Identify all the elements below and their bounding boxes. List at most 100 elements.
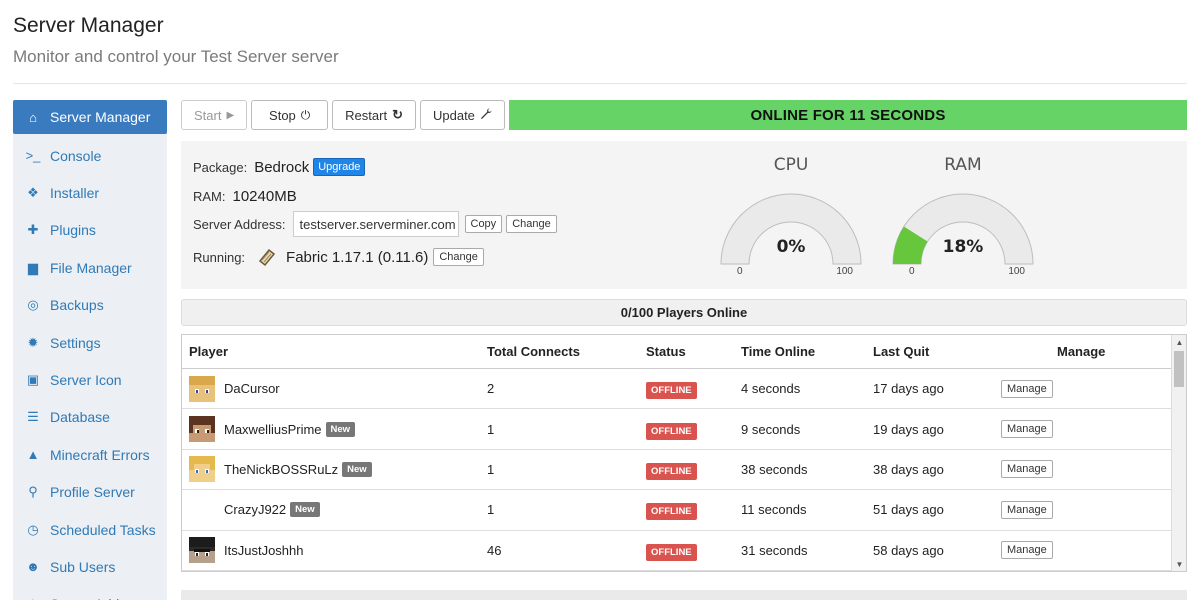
sidebar-item-label: Plugins — [50, 222, 96, 239]
sidebar-item-label: Backups — [50, 297, 104, 314]
ram-gauge: RAM 18% 0 100 — [891, 155, 1035, 277]
package-value: Bedrock — [254, 158, 310, 176]
time-online-cell: 31 seconds — [741, 542, 808, 558]
time-online-cell: 38 seconds — [741, 461, 808, 477]
scroll-down-arrow-icon[interactable]: ▼ — [1172, 557, 1186, 571]
play-icon: ▶ — [226, 109, 235, 121]
ram-gauge-min: 0 — [909, 266, 915, 277]
change-address-button[interactable]: Change — [506, 215, 557, 233]
total-connects-cell: 1 — [487, 421, 495, 437]
sidebar-item-plugins[interactable]: ✚ Plugins — [13, 212, 167, 249]
player-avatar — [189, 537, 215, 564]
time-online-cell: 4 seconds — [741, 381, 801, 397]
sidebar-item-server-addons[interactable]: ✦ Server Addons — [13, 586, 167, 600]
update-label: Update — [432, 107, 475, 123]
restart-button[interactable]: Restart ↻ — [332, 100, 416, 130]
sidebar-item-label: Settings — [50, 334, 101, 351]
sidebar-item-settings[interactable]: ✹ Settings — [13, 324, 167, 361]
ram-gauge-title: RAM — [944, 155, 982, 175]
time-online-cell: 9 seconds — [741, 421, 801, 437]
copy-address-button[interactable]: Copy — [464, 215, 503, 233]
player-name: MaxwelliusPrime — [224, 421, 322, 437]
player-cell: DaCursor — [182, 375, 480, 402]
sidebar-item-backups[interactable]: ◎ Backups — [13, 287, 167, 324]
total-connects-cell: 46 — [487, 542, 502, 558]
bottom-panel-edge — [181, 590, 1187, 600]
running-row: Running: Fabric 1.17.1 (0.11.6) Change — [193, 246, 484, 268]
player-name: ItsJustJoshhh — [224, 542, 304, 558]
sidebar-item-label: File Manager — [50, 259, 132, 276]
sidebar-item-label: Profile Server — [50, 484, 135, 501]
stop-button[interactable]: Stop ⏻ — [251, 100, 329, 130]
sidebar-item-installer[interactable]: ❖ Installer — [13, 174, 167, 211]
last-quit-cell: 58 days ago — [873, 542, 944, 558]
manage-player-button[interactable]: Manage — [1001, 379, 1053, 398]
player-cell: MaxwelliusPrime New — [182, 416, 480, 443]
player-name: DaCursor — [224, 381, 280, 397]
refresh-icon: ↻ — [392, 107, 403, 122]
last-quit-cell: 51 days ago — [873, 502, 944, 518]
sidebar-item-minecraft-errors[interactable]: ▲ Minecraft Errors — [13, 436, 167, 473]
database-icon: ☰ — [27, 409, 39, 425]
manage-player-button[interactable]: Manage — [1001, 541, 1053, 560]
puzzle-icon: ✚ — [27, 222, 39, 238]
status-badge: OFFLINE — [646, 543, 697, 561]
player-name: TheNickBOSSRuLz — [224, 461, 339, 477]
sidebar-item-profile-server[interactable]: ⚲ Profile Server — [13, 474, 167, 511]
manage-player-button[interactable]: Manage — [1001, 460, 1053, 479]
cpu-gauge: CPU 0% 0 100 — [719, 155, 863, 277]
lifebuoy-icon: ◎ — [27, 297, 39, 313]
users-icon: ☻ — [26, 559, 40, 575]
status-cell: OFFLINE — [640, 462, 735, 480]
table-body: DaCursor 2 OFFLINE 4 seconds 17 days ago Mana… — [182, 369, 1186, 571]
cubes-icon: ❖ — [27, 185, 39, 201]
sidebar-item-label: Installer — [50, 185, 100, 202]
manage-cell: Manage — [1001, 541, 1186, 560]
scroll-thumb[interactable] — [1174, 351, 1184, 387]
manage-cell: Manage — [1001, 379, 1186, 398]
sidebar-item-console[interactable]: >_ Console — [13, 137, 167, 174]
col-total-connects: Total Connects — [487, 344, 580, 359]
server-address-field[interactable]: testserver.serverminer.com — [292, 211, 459, 237]
col-time-online: Time Online — [741, 344, 816, 359]
sidebar-item-sub-users[interactable]: ☻ Sub Users — [13, 548, 167, 585]
last-quit-cell: 38 days ago — [873, 461, 944, 477]
clock-icon: ◷ — [27, 521, 39, 537]
players-table: Player Total Connects Status Time Online… — [181, 334, 1187, 572]
player-avatar — [189, 497, 215, 523]
uptime-status-banner: ONLINE FOR 11 SECONDS — [509, 100, 1187, 130]
players-online-summary: 0/100 Players Online — [181, 299, 1187, 326]
wrench-icon — [480, 108, 492, 123]
sidebar-item-scheduled-tasks[interactable]: ◷ Scheduled Tasks — [13, 511, 167, 548]
scroll-up-arrow-icon[interactable]: ▲ — [1172, 335, 1186, 349]
page-title: Server Manager — [13, 14, 164, 37]
table-row: ItsJustJoshhh 46 OFFLINE 31 seconds 58 days … — [182, 531, 1186, 571]
ram-gauge-value: 18% — [942, 237, 984, 257]
sidebar-item-label: Server Addons — [50, 596, 142, 600]
manage-player-button[interactable]: Manage — [1001, 420, 1053, 439]
table-row: CrazyJ922 New 1 OFFLINE 11 seconds 51 days ag… — [182, 490, 1186, 531]
table-scrollbar[interactable]: ▲ ▼ — [1171, 335, 1186, 571]
sidebar-item-server-manager[interactable]: ⌂ Server Manager — [13, 100, 167, 134]
sidebar-item-database[interactable]: ☰ Database — [13, 399, 167, 436]
sidebar-item-label: Sub Users — [50, 558, 116, 575]
sidebar-item-file-manager[interactable]: ▆ File Manager — [13, 249, 167, 286]
ram-row: RAM: 10240MB — [193, 188, 297, 205]
manage-player-button[interactable]: Manage — [1001, 500, 1053, 519]
player-cell: CrazyJ922 New — [182, 497, 480, 523]
package-label: Package: — [193, 159, 248, 175]
start-button[interactable]: Start ▶ — [181, 100, 248, 130]
sidebar-item-server-icon[interactable]: ▣ Server Icon — [13, 361, 167, 398]
running-value: Fabric 1.17.1 (0.11.6) — [286, 248, 429, 266]
change-version-button[interactable]: Change — [433, 248, 484, 266]
status-badge: OFFLINE — [646, 503, 697, 521]
restart-label: Restart — [345, 107, 388, 123]
power-icon: ⏻ — [300, 107, 311, 122]
last-quit-cell: 19 days ago — [873, 421, 944, 437]
total-connects-cell: 2 — [487, 381, 495, 397]
package-row: Package: Bedrock Upgrade — [193, 158, 366, 176]
upgrade-button[interactable]: Upgrade — [313, 158, 366, 176]
status-badge: OFFLINE — [646, 462, 697, 480]
update-button[interactable]: Update — [419, 100, 505, 130]
manage-cell: Manage — [1001, 420, 1186, 439]
